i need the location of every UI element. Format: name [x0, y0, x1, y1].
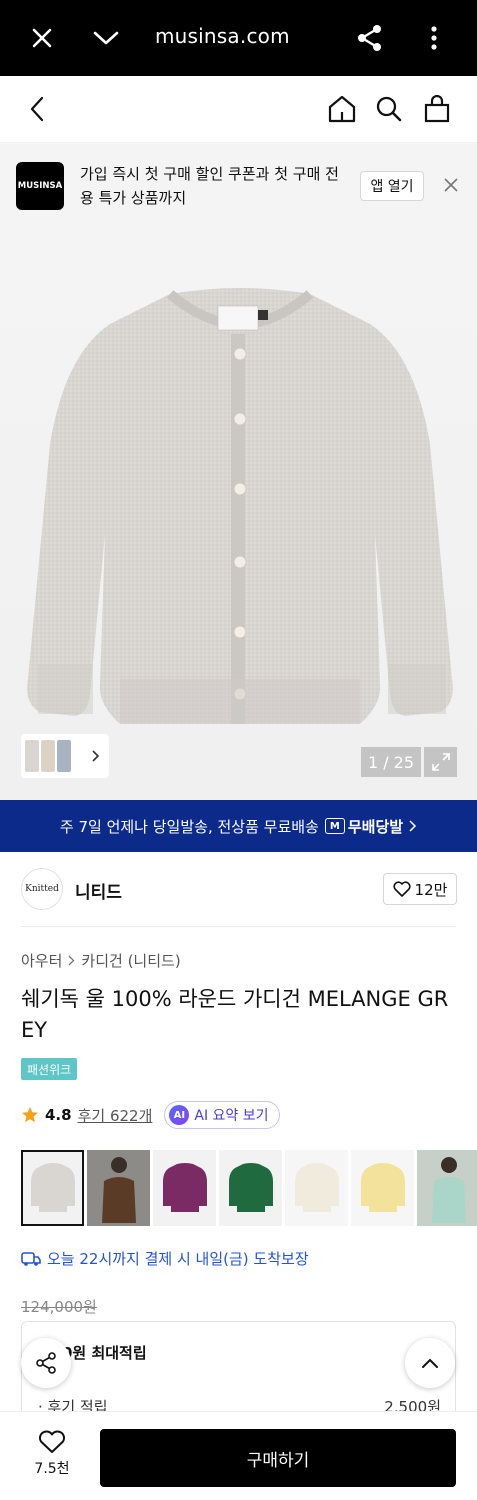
promo-text: 주 7일 언제나 당일발송, 전상품 무료배송 [59, 817, 319, 836]
chevron-right-icon [409, 820, 417, 832]
chevron-right-icon [68, 955, 75, 966]
thumbnail-beige[interactable] [41, 740, 55, 772]
musinsa-logo: MUSINSA [16, 162, 64, 210]
delivery-truck-icon [21, 1251, 41, 1266]
cardigan-image [27, 288, 453, 724]
rating-row: 4.8 후기 622개 AI AI 요약 보기 [21, 1100, 280, 1130]
brand-row[interactable]: Knitted 니티드 12만 [0, 852, 477, 928]
event-tag: 패션위크 [21, 1058, 78, 1080]
thumbnail-blue[interactable] [57, 740, 71, 772]
color-options [21, 1150, 477, 1228]
ai-summary-button[interactable]: AI AI 요약 보기 [164, 1101, 280, 1129]
share-icon [36, 1352, 56, 1374]
wishlist-button[interactable]: 7.5천 [22, 1430, 82, 1478]
product-title: 쉐기독 울 100% 라운드 가디건 MELANGE GREY [21, 987, 449, 1042]
color-option-yellow[interactable] [351, 1150, 414, 1226]
rating-score: 4.8 [45, 1106, 72, 1124]
product-gallery[interactable]: 1 / 25 [0, 234, 477, 800]
free-shipping-promo-bar[interactable]: 주 7일 언제나 당일발송, 전상품 무료배송 M 무배당발 [0, 800, 477, 852]
promo-m-icon: M [324, 818, 345, 834]
color-option-ivory[interactable] [285, 1150, 348, 1226]
back-arrow-icon[interactable] [20, 92, 54, 126]
share-button[interactable] [21, 1338, 71, 1388]
review-count-link[interactable]: 후기 622개 [78, 1105, 153, 1126]
gallery-thumbnail-strip[interactable] [21, 734, 109, 778]
promo-badge-label: 무배당발 [347, 817, 404, 836]
chevron-right-icon[interactable] [89, 746, 103, 766]
browser-toolbar: musinsa.com [0, 0, 477, 76]
divider [21, 926, 456, 927]
color-option-mint-model[interactable] [417, 1150, 477, 1226]
share-icon[interactable] [352, 20, 388, 56]
site-header [0, 76, 477, 142]
search-icon[interactable] [372, 92, 406, 126]
close-icon[interactable] [24, 20, 60, 56]
scroll-top-button[interactable] [405, 1338, 455, 1388]
address-bar-url[interactable]: musinsa.com [155, 24, 290, 48]
heart-icon [38, 1430, 66, 1453]
chevron-down-icon[interactable] [88, 20, 124, 56]
brand-name[interactable]: 니티드 [75, 878, 122, 903]
delivery-guarantee: 오늘 22시까지 결제 시 내일(금) 도착보장 [21, 1248, 309, 1269]
wishlist-count: 7.5천 [34, 1461, 70, 1477]
delivery-text: 오늘 22시까지 결제 시 내일(금) 도착보장 [47, 1250, 309, 1268]
color-option-purple[interactable] [153, 1150, 216, 1226]
banner-close-icon[interactable] [440, 174, 462, 196]
ai-badge-icon: AI [169, 1105, 190, 1125]
heart-icon [393, 881, 411, 897]
brand-like-button[interactable]: 12만 [383, 873, 457, 905]
breadcrumb-category[interactable]: 아우터 [21, 950, 62, 971]
points-box: 0원 최대적립 · 후기 적립 2,500원 [21, 1321, 456, 1421]
thumbnail-grey[interactable] [25, 740, 39, 772]
original-price: 124,000원 [21, 1298, 97, 1316]
banner-message: 가입 즉시 첫 구매 할인 쿠폰과 첫 구매 전용 특가 상품까지 [80, 165, 339, 207]
color-option-brown-model[interactable] [87, 1150, 150, 1226]
color-option-green[interactable] [219, 1150, 282, 1226]
gallery-counter: 1 / 25 [361, 747, 421, 777]
buy-button[interactable]: 구매하기 [100, 1429, 456, 1487]
expand-icon[interactable] [424, 747, 457, 777]
points-title: 0원 최대적립 [62, 1344, 147, 1362]
app-download-banner: MUSINSA 가입 즉시 첫 구매 할인 쿠폰과 첫 구매 전용 특가 상품까… [0, 142, 477, 234]
open-app-button[interactable]: 앱 열기 [360, 171, 424, 201]
breadcrumb-subcategory[interactable]: 카디건 (니티드) [81, 950, 180, 971]
brand-logo[interactable]: Knitted [21, 868, 63, 910]
ai-summary-label: AI 요약 보기 [194, 1108, 269, 1124]
bag-icon[interactable] [420, 92, 454, 126]
brand-like-count: 12만 [414, 880, 448, 899]
color-option-melange-grey[interactable] [21, 1150, 84, 1226]
chevron-up-icon [422, 1358, 438, 1368]
breadcrumb: 아우터 카디건 (니티드) [21, 950, 181, 971]
star-icon [21, 1106, 39, 1123]
more-vert-icon[interactable] [416, 20, 452, 56]
bottom-action-bar: 7.5천 구매하기 [0, 1411, 477, 1500]
home-icon[interactable] [325, 92, 359, 126]
promo-badge: M 무배당발 [324, 816, 404, 837]
